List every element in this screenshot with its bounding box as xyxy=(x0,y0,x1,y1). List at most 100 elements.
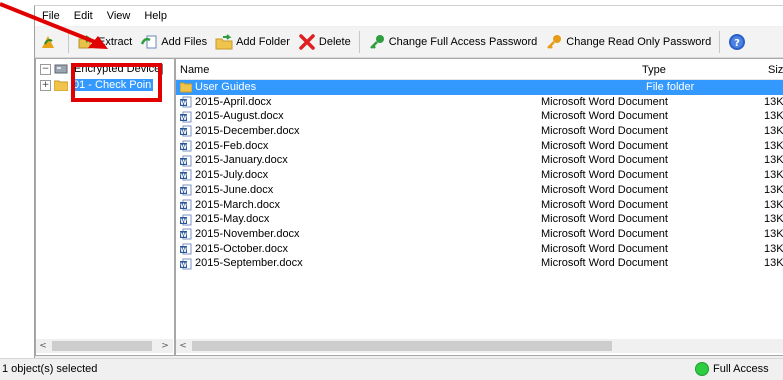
word-doc-icon: W xyxy=(180,155,192,167)
help-icon: ? xyxy=(728,33,746,51)
word-doc-icon: W xyxy=(180,214,192,226)
file-type: Microsoft Word Document xyxy=(541,198,668,211)
word-doc-icon: W xyxy=(180,184,192,196)
delete-button[interactable]: Delete xyxy=(294,30,355,54)
file-size: 13KB xyxy=(764,110,783,123)
file-type: Microsoft Word Document xyxy=(541,139,668,152)
table-row[interactable]: W 2015-January.docx Microsoft Word Documen… xyxy=(176,153,783,168)
file-name: 2015-October.docx xyxy=(195,242,288,255)
app-window: File Edit View Help Extract Add Files Ad… xyxy=(34,5,783,380)
file-size: 13KB xyxy=(764,169,783,182)
file-name-cell: W 2015-August.docx xyxy=(180,109,284,124)
file-name-cell: W 2015-October.docx xyxy=(180,242,288,257)
key-green-icon xyxy=(368,33,386,51)
file-size: 13KB xyxy=(764,242,783,255)
file-name: User Guides xyxy=(195,81,257,93)
folder-tree[interactable]: − [Encrypted Device] + 01 - Check Poin <… xyxy=(35,58,175,356)
svg-text:?: ? xyxy=(734,38,740,49)
table-row[interactable]: User Guides File folder xyxy=(176,80,783,95)
column-type[interactable]: Type xyxy=(642,59,666,79)
svg-text:W: W xyxy=(180,129,187,136)
file-name: 2015-July.docx xyxy=(195,169,269,182)
scroll-right-icon[interactable]: > xyxy=(158,339,172,353)
delete-label: Delete xyxy=(318,36,351,48)
table-row[interactable]: W 2015-August.docx Microsoft Word Document… xyxy=(176,109,783,124)
change-full-access-password-button[interactable]: Change Full Access Password xyxy=(364,30,542,54)
file-name: 2015-May.docx xyxy=(195,213,270,226)
file-name: 2015-September.docx xyxy=(195,257,303,270)
file-list[interactable]: Name Type Size User Guides File folder W 20… xyxy=(175,58,783,356)
table-row[interactable]: W 2015-November.docx Microsoft Word Docume… xyxy=(176,227,783,242)
word-doc-icon: W xyxy=(180,228,192,240)
file-type: Microsoft Word Document xyxy=(541,183,668,196)
file-type: Microsoft Word Document xyxy=(541,95,668,108)
file-size: 13KB xyxy=(764,154,783,167)
file-type: Microsoft Word Document xyxy=(541,242,668,255)
svg-text:W: W xyxy=(180,232,187,239)
svg-text:W: W xyxy=(180,115,187,122)
file-type: Microsoft Word Document xyxy=(541,154,668,167)
key-orange-icon xyxy=(545,33,563,51)
file-name: 2015-November.docx xyxy=(195,227,300,240)
delete-icon xyxy=(298,33,316,51)
table-row[interactable]: W 2015-April.docx Microsoft Word Document 1… xyxy=(176,95,783,110)
scroll-left-icon[interactable]: < xyxy=(36,339,50,353)
add-folder-icon xyxy=(215,33,233,51)
svg-text:W: W xyxy=(180,100,187,107)
file-size: 13KB xyxy=(764,213,783,226)
file-size: 13KB xyxy=(764,183,783,196)
add-files-button[interactable]: Add Files xyxy=(136,30,211,54)
annotation-arrow xyxy=(0,2,108,49)
access-indicator: Full Access xyxy=(695,362,769,376)
scroll-thumb[interactable] xyxy=(192,341,612,351)
word-doc-icon: W xyxy=(180,243,192,255)
svg-text:W: W xyxy=(180,188,187,195)
list-horizontal-scrollbar[interactable]: < xyxy=(176,339,783,353)
table-row[interactable]: W 2015-May.docx Microsoft Word Document 13K… xyxy=(176,212,783,227)
file-name: 2015-December.docx xyxy=(195,125,300,138)
expand-icon[interactable]: + xyxy=(40,79,51,91)
file-name-cell: W 2015-July.docx xyxy=(180,168,268,183)
add-files-icon xyxy=(140,33,158,51)
change-read-only-password-button[interactable]: Change Read Only Password xyxy=(541,30,715,54)
folder-icon xyxy=(53,79,69,92)
help-button[interactable]: ? xyxy=(724,30,753,54)
toolbar: Extract Add Files Add Folder Delete Chan… xyxy=(35,27,783,58)
table-row[interactable]: W 2015-March.docx Microsoft Word Document 1… xyxy=(176,198,783,213)
column-name[interactable]: Name xyxy=(180,59,209,79)
file-size: 13KB xyxy=(764,95,783,108)
add-folder-button[interactable]: Add Folder xyxy=(211,30,294,54)
file-type: Microsoft Word Document xyxy=(541,227,668,240)
toolbar-separator xyxy=(358,31,360,53)
column-size[interactable]: Size xyxy=(768,59,783,79)
scroll-left-icon[interactable]: < xyxy=(176,339,190,353)
file-type: File folder xyxy=(646,81,695,93)
table-row[interactable]: W 2015-October.docx Microsoft Word Documen… xyxy=(176,242,783,257)
file-name: 2015-April.docx xyxy=(195,95,272,108)
list-header: Name Type Size xyxy=(176,59,783,80)
file-name: 2015-Feb.docx xyxy=(195,139,269,152)
file-name-cell: W 2015-March.docx xyxy=(180,198,280,213)
file-size: 13KB xyxy=(764,198,783,211)
svg-text:W: W xyxy=(180,173,187,180)
tree-horizontal-scrollbar[interactable]: < > xyxy=(36,339,173,353)
file-name-cell: W 2015-April.docx xyxy=(180,95,271,110)
file-name-cell: W 2015-November.docx xyxy=(180,227,300,242)
scroll-thumb[interactable] xyxy=(52,341,152,351)
menu-help[interactable]: Help xyxy=(137,6,174,26)
table-row[interactable]: W 2015-Feb.docx Microsoft Word Document 13K… xyxy=(176,139,783,154)
table-row[interactable]: W 2015-June.docx Microsoft Word Document 13… xyxy=(176,183,783,198)
file-name-cell: W 2015-September.docx xyxy=(180,256,303,271)
table-row[interactable]: W 2015-September.docx Microsoft Word Docum… xyxy=(176,256,783,271)
word-doc-icon: W xyxy=(180,96,192,108)
file-size: 13KB xyxy=(764,139,783,152)
file-name: 2015-January.docx xyxy=(195,154,288,167)
table-row[interactable]: W 2015-December.docx Microsoft Word Docume… xyxy=(176,124,783,139)
svg-text:W: W xyxy=(180,262,187,269)
svg-text:W: W xyxy=(180,247,187,254)
file-name: 2015-June.docx xyxy=(195,183,274,196)
word-doc-icon: W xyxy=(180,169,192,181)
table-row[interactable]: W 2015-July.docx Microsoft Word Document 13… xyxy=(176,168,783,183)
word-doc-icon: W xyxy=(180,140,192,152)
add-folder-label: Add Folder xyxy=(236,36,290,48)
